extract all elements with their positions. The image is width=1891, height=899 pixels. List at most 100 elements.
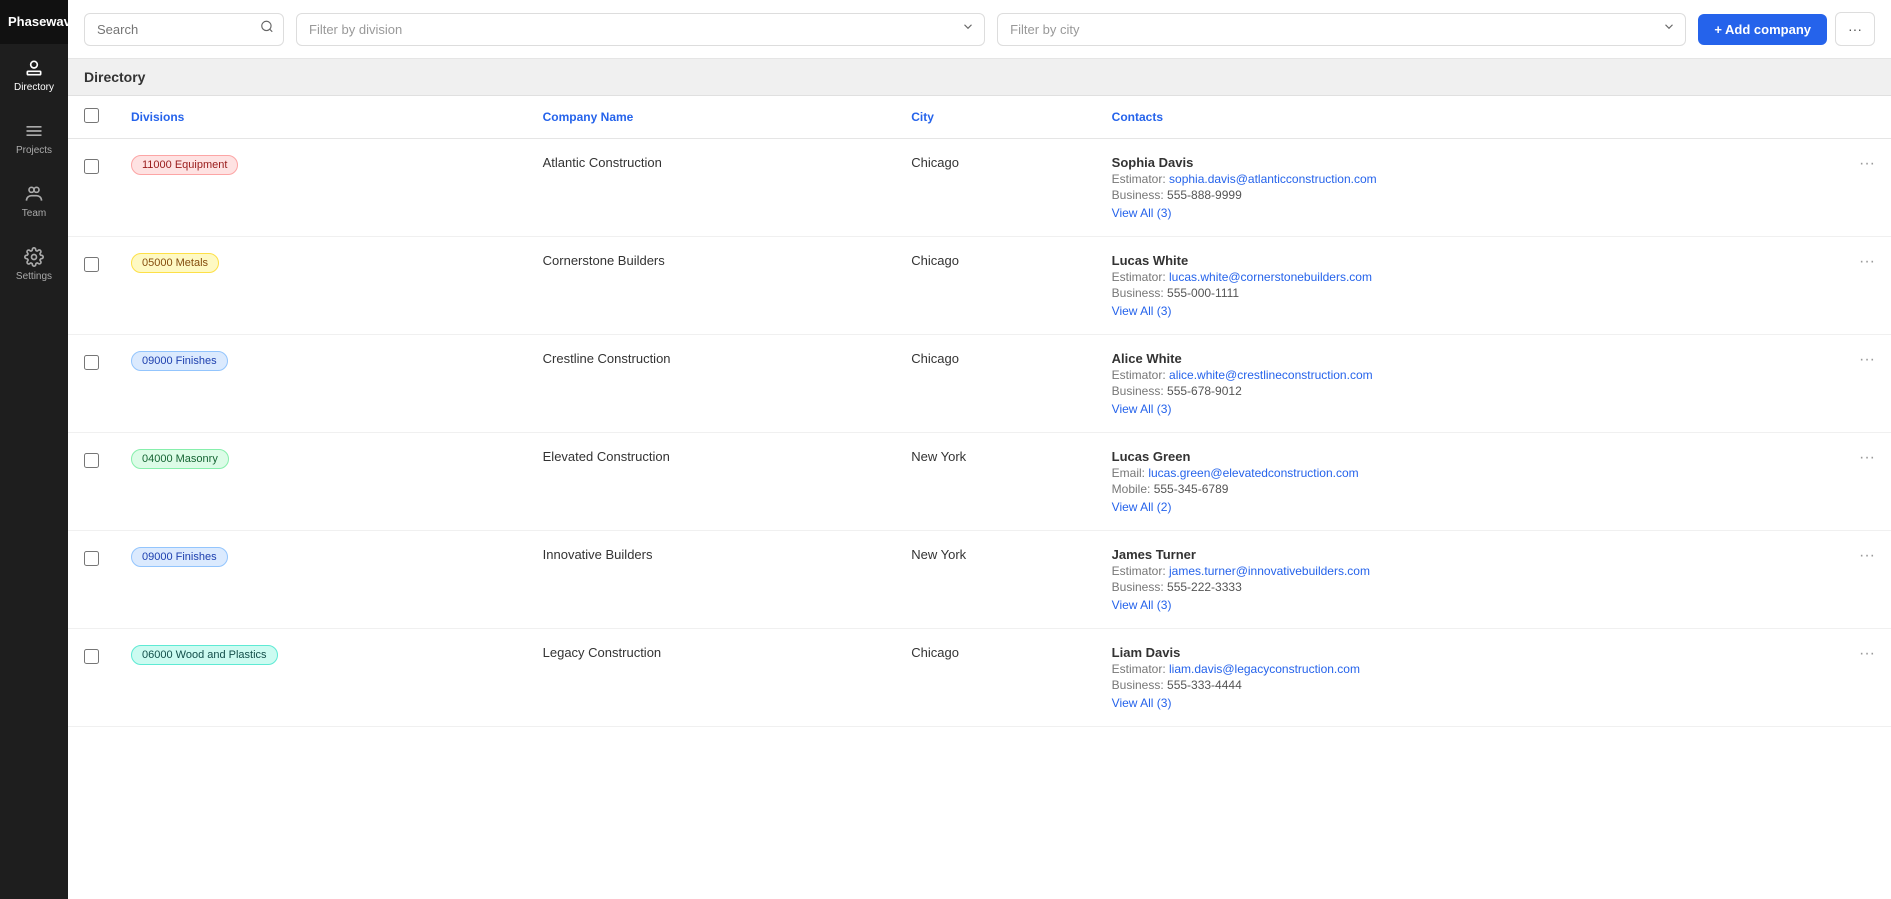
- row-division-3: 04000 Masonry: [115, 433, 527, 531]
- filter-city-select[interactable]: Filter by city: [997, 13, 1686, 46]
- row-company-1: Cornerstone Builders: [527, 237, 896, 335]
- sidebar-item-projects[interactable]: Projects: [0, 107, 68, 170]
- contact-name-1: Lucas White: [1112, 253, 1765, 268]
- row-checkbox-cell: [68, 335, 115, 433]
- row-checkbox-2[interactable]: [84, 355, 99, 370]
- row-company-4: Innovative Builders: [527, 531, 896, 629]
- sidebar-item-settings[interactable]: Settings: [0, 233, 68, 296]
- main-content: Filter by division Filter by city + Add …: [68, 0, 1891, 899]
- city-name-4: New York: [911, 547, 966, 562]
- col-city: City: [895, 96, 1095, 139]
- app-logo: Phasewave: [0, 0, 68, 44]
- row-actions-0[interactable]: ···: [1780, 139, 1891, 237]
- row-contact-3: Lucas Green Email: lucas.green@elevatedc…: [1096, 433, 1781, 531]
- sidebar: Phasewave Directory Projects Team Settin…: [0, 0, 68, 899]
- sidebar-item-directory[interactable]: Directory: [0, 44, 68, 107]
- col-actions: [1780, 96, 1891, 139]
- row-checkbox-1[interactable]: [84, 257, 99, 272]
- row-city-5: Chicago: [895, 629, 1095, 727]
- contact-phone-0: Business: 555-888-9999: [1112, 188, 1765, 202]
- row-actions-1[interactable]: ···: [1780, 237, 1891, 335]
- row-checkbox-cell: [68, 531, 115, 629]
- division-badge-3: 04000 Masonry: [131, 449, 229, 469]
- table-row: 04000 Masonry Elevated Construction New …: [68, 433, 1891, 531]
- contact-name-3: Lucas Green: [1112, 449, 1765, 464]
- table-row: 05000 Metals Cornerstone Builders Chicag…: [68, 237, 1891, 335]
- filter-division-wrap: Filter by division: [296, 13, 985, 46]
- row-division-1: 05000 Metals: [115, 237, 527, 335]
- view-all-link-1[interactable]: View All (3): [1112, 304, 1765, 318]
- division-badge-0: 11000 Equipment: [131, 155, 238, 175]
- view-all-link-4[interactable]: View All (3): [1112, 598, 1765, 612]
- row-actions-2[interactable]: ···: [1780, 335, 1891, 433]
- row-company-5: Legacy Construction: [527, 629, 896, 727]
- row-contact-4: James Turner Estimator: james.turner@inn…: [1096, 531, 1781, 629]
- view-all-link-0[interactable]: View All (3): [1112, 206, 1765, 220]
- row-city-1: Chicago: [895, 237, 1095, 335]
- row-division-2: 09000 Finishes: [115, 335, 527, 433]
- search-input[interactable]: [84, 13, 284, 46]
- row-company-2: Crestline Construction: [527, 335, 896, 433]
- company-name-3: Elevated Construction: [543, 449, 670, 464]
- row-checkbox-cell: [68, 139, 115, 237]
- row-contact-0: Sophia Davis Estimator: sophia.davis@atl…: [1096, 139, 1781, 237]
- topbar-actions: + Add company ···: [1698, 12, 1875, 46]
- contact-email-3: Email: lucas.green@elevatedconstruction.…: [1112, 466, 1765, 480]
- row-company-3: Elevated Construction: [527, 433, 896, 531]
- row-checkbox-0[interactable]: [84, 159, 99, 174]
- company-name-1: Cornerstone Builders: [543, 253, 665, 268]
- directory-table-container: Divisions Company Name City Contacts 110…: [68, 96, 1891, 899]
- division-badge-1: 05000 Metals: [131, 253, 219, 273]
- row-checkbox-3[interactable]: [84, 453, 99, 468]
- city-name-1: Chicago: [911, 253, 959, 268]
- more-options-button[interactable]: ···: [1835, 12, 1875, 46]
- contact-phone-5: Business: 555-333-4444: [1112, 678, 1765, 692]
- contact-email-4: Estimator: james.turner@innovativebuilde…: [1112, 564, 1765, 578]
- division-badge-4: 09000 Finishes: [131, 547, 228, 567]
- contact-phone-3: Mobile: 555-345-6789: [1112, 482, 1765, 496]
- contact-name-4: James Turner: [1112, 547, 1765, 562]
- row-actions-4[interactable]: ···: [1780, 531, 1891, 629]
- company-name-2: Crestline Construction: [543, 351, 671, 366]
- directory-table: Divisions Company Name City Contacts 110…: [68, 96, 1891, 727]
- select-all-checkbox[interactable]: [84, 108, 99, 123]
- row-contact-1: Lucas White Estimator: lucas.white@corne…: [1096, 237, 1781, 335]
- row-company-0: Atlantic Construction: [527, 139, 896, 237]
- company-name-5: Legacy Construction: [543, 645, 662, 660]
- contact-email-5: Estimator: liam.davis@legacyconstruction…: [1112, 662, 1765, 676]
- sidebar-item-team[interactable]: Team: [0, 170, 68, 233]
- col-divisions: Divisions: [115, 96, 527, 139]
- search-wrap: [84, 13, 284, 46]
- row-city-0: Chicago: [895, 139, 1095, 237]
- row-contact-5: Liam Davis Estimator: liam.davis@legacyc…: [1096, 629, 1781, 727]
- row-division-4: 09000 Finishes: [115, 531, 527, 629]
- table-body: 11000 Equipment Atlantic Construction Ch…: [68, 139, 1891, 727]
- row-checkbox-cell: [68, 433, 115, 531]
- filter-division-select[interactable]: Filter by division: [296, 13, 985, 46]
- table-row: 09000 Finishes Innovative Builders New Y…: [68, 531, 1891, 629]
- table-row: 06000 Wood and Plastics Legacy Construct…: [68, 629, 1891, 727]
- company-name-0: Atlantic Construction: [543, 155, 662, 170]
- city-name-0: Chicago: [911, 155, 959, 170]
- table-row: 09000 Finishes Crestline Construction Ch…: [68, 335, 1891, 433]
- view-all-link-3[interactable]: View All (2): [1112, 500, 1765, 514]
- view-all-link-2[interactable]: View All (3): [1112, 402, 1765, 416]
- row-actions-5[interactable]: ···: [1780, 629, 1891, 727]
- contact-phone-4: Business: 555-222-3333: [1112, 580, 1765, 594]
- row-checkbox-4[interactable]: [84, 551, 99, 566]
- view-all-link-5[interactable]: View All (3): [1112, 696, 1765, 710]
- row-division-0: 11000 Equipment: [115, 139, 527, 237]
- row-checkbox-cell: [68, 237, 115, 335]
- add-company-button[interactable]: + Add company: [1698, 14, 1827, 45]
- contact-name-2: Alice White: [1112, 351, 1765, 366]
- row-city-4: New York: [895, 531, 1095, 629]
- table-row: 11000 Equipment Atlantic Construction Ch…: [68, 139, 1891, 237]
- city-name-5: Chicago: [911, 645, 959, 660]
- select-all-header: [68, 96, 115, 139]
- sidebar-label-directory: Directory: [14, 82, 54, 93]
- row-checkbox-5[interactable]: [84, 649, 99, 664]
- row-actions-3[interactable]: ···: [1780, 433, 1891, 531]
- division-badge-2: 09000 Finishes: [131, 351, 228, 371]
- sidebar-label-settings: Settings: [16, 271, 52, 282]
- city-name-3: New York: [911, 449, 966, 464]
